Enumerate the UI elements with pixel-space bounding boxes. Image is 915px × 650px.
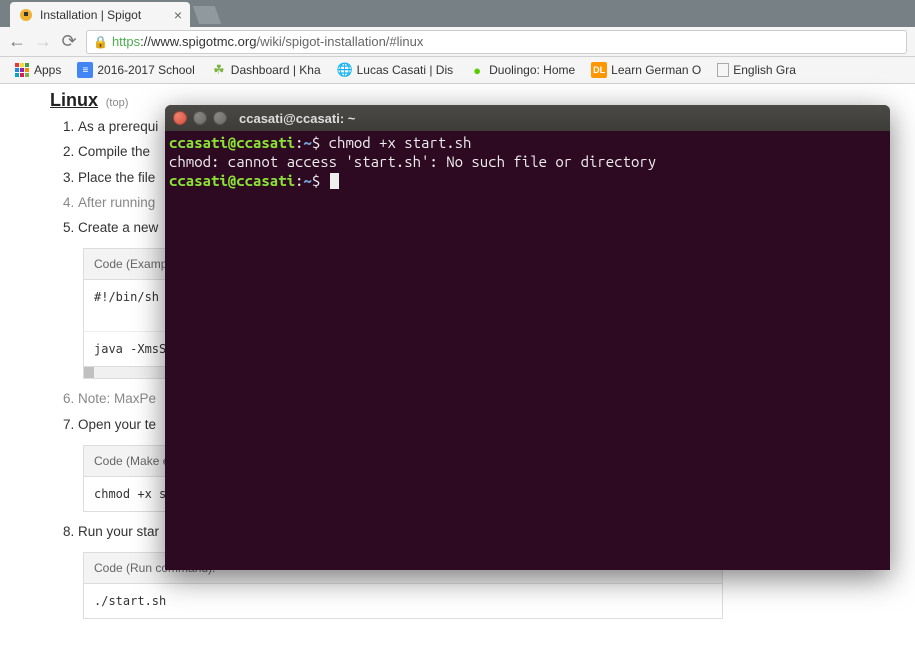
terminal-line: chmod: cannot access 'start.sh': No such…	[169, 152, 886, 171]
url-path: /wiki/spigot-installation/#linux	[256, 34, 423, 49]
tab-favicon	[18, 7, 34, 23]
window-maximize-button[interactable]	[213, 111, 227, 125]
reload-button[interactable]: ⟳	[60, 31, 78, 52]
code-line[interactable]: ./start.sh	[84, 584, 722, 618]
leaf-icon: ☘	[211, 62, 227, 78]
bookmark-label: Lucas Casati | Dis	[357, 63, 454, 77]
globe-icon: 🌐	[337, 62, 353, 78]
dl-icon: DL	[591, 62, 607, 78]
bookmark-label: Duolingo: Home	[489, 63, 575, 77]
terminal-title: ccasati@ccasati: ~	[239, 111, 355, 126]
browser-tab[interactable]: Installation | Spigot ×	[10, 2, 190, 27]
bookmark-label: Apps	[34, 63, 61, 77]
terminal-body[interactable]: ccasati@ccasati:~$ chmod +x start.sh chm…	[165, 131, 890, 192]
window-close-button[interactable]	[173, 111, 187, 125]
terminal-window[interactable]: ccasati@ccasati: ~ ccasati@ccasati:~$ ch…	[165, 105, 890, 570]
terminal-line: ccasati@ccasati:~$ chmod +x start.sh	[169, 133, 886, 152]
forward-button[interactable]: →	[34, 31, 52, 52]
url-host: ://www.spigotmc.org	[140, 34, 256, 49]
tab-strip: Installation | Spigot ×	[0, 0, 915, 27]
bookmarks-bar: Apps ≡ 2016-2017 School ☘ Dashboard | Kh…	[0, 57, 915, 84]
owl-icon: ●	[469, 62, 485, 78]
browser-toolbar: ← → ⟳ 🔒 https://www.spigotmc.org/wiki/sp…	[0, 27, 915, 57]
bookmark-label: English Gra	[733, 63, 796, 77]
apps-icon	[14, 62, 30, 78]
window-minimize-button[interactable]	[193, 111, 207, 125]
url-scheme: https	[112, 34, 140, 49]
terminal-titlebar[interactable]: ccasati@ccasati: ~	[165, 105, 890, 131]
tab-close-icon[interactable]: ×	[174, 7, 182, 23]
bookmark-label: Dashboard | Kha	[231, 63, 321, 77]
bookmark-label: Learn German O	[611, 63, 701, 77]
lock-icon: 🔒	[93, 35, 108, 49]
bookmark-apps[interactable]: Apps	[8, 59, 67, 81]
bookmark-dashboard[interactable]: ☘ Dashboard | Kha	[205, 59, 327, 81]
terminal-prompt: ccasati@ccasati:~$	[169, 171, 886, 190]
docs-icon: ≡	[77, 62, 93, 78]
bookmark-english[interactable]: English Gra	[711, 60, 802, 80]
new-tab-button[interactable]	[193, 6, 222, 24]
bookmark-label: 2016-2017 School	[97, 63, 194, 77]
bookmark-lucas[interactable]: 🌐 Lucas Casati | Dis	[331, 59, 460, 81]
step-7-text: Open your te	[78, 417, 156, 432]
bookmark-school[interactable]: ≡ 2016-2017 School	[71, 59, 200, 81]
back-button[interactable]: ←	[8, 31, 26, 52]
section-heading-linux[interactable]: Linux	[50, 90, 98, 111]
bookmark-german[interactable]: DL Learn German O	[585, 59, 707, 81]
bookmark-duolingo[interactable]: ● Duolingo: Home	[463, 59, 581, 81]
step-5-text: Create a new	[78, 220, 158, 235]
top-link[interactable]: (top)	[106, 97, 129, 109]
tab-title: Installation | Spigot	[40, 8, 141, 22]
address-bar[interactable]: 🔒 https://www.spigotmc.org/wiki/spigot-i…	[86, 30, 907, 54]
step-8-text: Run your star	[78, 524, 159, 539]
cursor-icon	[330, 173, 339, 189]
page-icon	[717, 63, 729, 77]
